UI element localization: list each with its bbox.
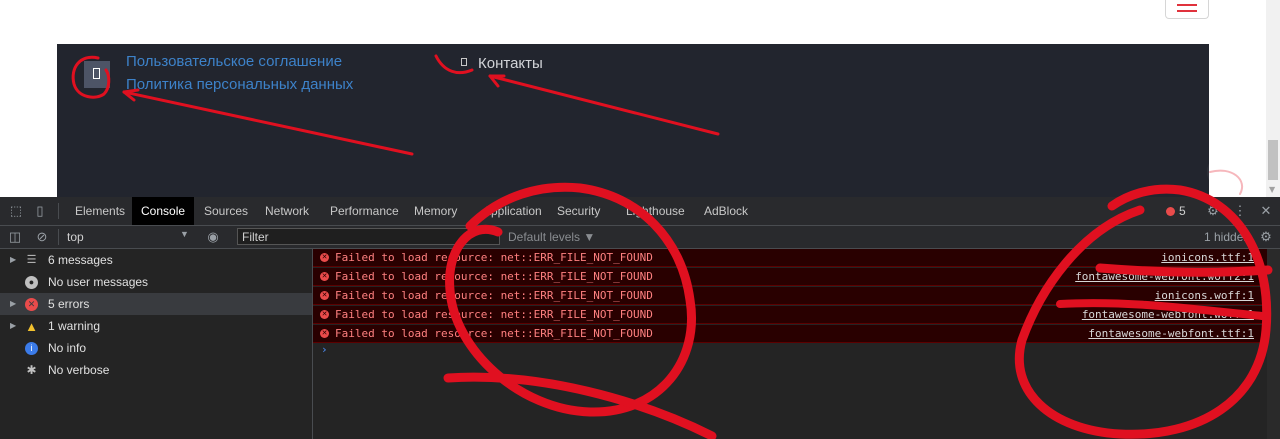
toolbar-divider <box>58 203 59 219</box>
console-scrollbar[interactable] <box>1267 249 1280 439</box>
missing-glyph-icon <box>84 61 110 88</box>
error-icon: ✕ <box>320 253 329 262</box>
user-icon: ● <box>25 276 38 289</box>
filter-box[interactable] <box>237 228 500 245</box>
clear-console-icon[interactable]: ⊘ <box>35 230 49 244</box>
list-icon: ☰ <box>26 254 37 266</box>
more-options-icon[interactable]: ⋮ <box>1233 204 1247 218</box>
page-scrollbar[interactable]: ▼ <box>1266 0 1280 197</box>
context-selector[interactable]: top <box>67 230 84 244</box>
error-source-link[interactable]: ionicons.ttf:1 <box>1161 251 1254 264</box>
expand-arrow-icon[interactable]: ▶ <box>10 249 16 271</box>
error-message: Failed to load resource: net::ERR_FILE_N… <box>335 327 653 340</box>
sidebar-item-label: No user messages <box>48 275 149 289</box>
tab-console[interactable]: Console <box>132 197 195 225</box>
inspect-element-icon[interactable]: ⬚ <box>9 204 23 218</box>
missing-glyph-icon <box>459 57 469 67</box>
console-error-row[interactable]: ✕ Failed to load resource: net::ERR_FILE… <box>313 306 1267 324</box>
console-error-row[interactable]: ✕ Failed to load resource: net::ERR_FILE… <box>313 287 1267 305</box>
hamburger-icon-bar <box>1177 10 1197 12</box>
sidebar-item-label: 5 errors <box>48 297 90 311</box>
close-icon[interactable]: ✕ <box>1259 204 1273 218</box>
error-count: 5 <box>1179 204 1186 218</box>
error-icon: ✕ <box>25 298 38 311</box>
bug-icon: ✱ <box>26 363 37 377</box>
sidebar-toggle-icon[interactable]: ◫ <box>8 230 22 244</box>
device-toolbar-icon[interactable]: ▯ <box>33 204 47 218</box>
error-message: Failed to load resource: net::ERR_FILE_N… <box>335 308 653 321</box>
menu-button[interactable] <box>1165 0 1209 19</box>
tab-application[interactable]: Application <box>474 197 551 225</box>
expand-arrow-icon[interactable]: ▶ <box>10 315 16 337</box>
error-source-link[interactable]: fontawesome-webfont.woff2:1 <box>1075 270 1254 283</box>
error-count-badge[interactable]: 5 <box>1166 197 1186 225</box>
sidebar-item-label: 1 warning <box>48 319 101 333</box>
toolbar-divider <box>58 229 59 245</box>
sidebar-item-label: No verbose <box>48 363 110 377</box>
privacy-policy-link[interactable]: Политика персональных данных <box>126 76 353 93</box>
user-agreement-link[interactable]: Пользовательское соглашение <box>126 53 342 70</box>
error-source-link[interactable]: fontawesome-webfont.ttf:1 <box>1088 327 1254 340</box>
log-levels-dropdown[interactable]: Default levels ▼ <box>508 230 595 244</box>
tab-memory[interactable]: Memory <box>405 197 466 225</box>
error-icon: ✕ <box>320 329 329 338</box>
sidebar-item-verbose[interactable]: ✱ No verbose <box>0 359 312 381</box>
hidden-count: 1 hidden <box>1204 230 1251 244</box>
console-settings-gear-icon[interactable]: ⚙ <box>1259 230 1273 244</box>
error-source-link[interactable]: fontawesome-webfont.woff:1 <box>1082 308 1254 321</box>
scroll-down-arrow-icon[interactable]: ▼ <box>1269 185 1275 194</box>
warning-icon: ▲ <box>25 319 38 334</box>
sidebar-item-label: 6 messages <box>48 253 113 267</box>
error-icon: ✕ <box>320 310 329 319</box>
scrollbar-thumb[interactable] <box>1268 140 1278 180</box>
sidebar-item-info[interactable]: i No info <box>0 337 312 359</box>
website-viewport: Пользовательское соглашение Политика пер… <box>0 0 1280 197</box>
console-messages: ✕ Failed to load resource: net::ERR_FILE… <box>313 249 1267 439</box>
hamburger-icon-bar <box>1177 4 1197 6</box>
info-icon: i <box>25 342 38 355</box>
console-error-row[interactable]: ✕ Failed to load resource: net::ERR_FILE… <box>313 249 1267 267</box>
sidebar-item-errors[interactable]: ▶ ✕ 5 errors <box>0 293 312 315</box>
error-icon <box>1166 207 1175 216</box>
devtools-tab-bar: ⬚ ▯ Elements Console Sources Network Per… <box>0 197 1280 226</box>
scroll-top-button[interactable] <box>1207 153 1245 191</box>
tab-security[interactable]: Security <box>548 197 609 225</box>
tab-network[interactable]: Network <box>256 197 318 225</box>
error-message: Failed to load resource: net::ERR_FILE_N… <box>335 251 653 264</box>
gear-icon[interactable]: ⚙ <box>1206 204 1220 218</box>
error-message: Failed to load resource: net::ERR_FILE_N… <box>335 289 653 302</box>
filter-input[interactable] <box>238 229 499 244</box>
expand-arrow-icon[interactable]: ▶ <box>10 293 16 315</box>
eye-icon[interactable]: ◉ <box>206 230 220 244</box>
tab-lighthouse[interactable]: Lighthouse <box>617 197 694 225</box>
console-toolbar: ◫ ⊘ top ▼ ◉ Default levels ▼ 1 hidden ⚙ <box>0 226 1280 249</box>
console-sidebar: ▶ ☰ 6 messages ● No user messages ▶ ✕ 5 … <box>0 249 313 439</box>
tab-performance[interactable]: Performance <box>321 197 408 225</box>
error-message: Failed to load resource: net::ERR_FILE_N… <box>335 270 653 283</box>
error-icon: ✕ <box>320 291 329 300</box>
contacts-link[interactable]: Контакты <box>478 55 543 72</box>
site-header <box>0 0 1266 44</box>
sidebar-item-label: No info <box>48 341 87 355</box>
console-error-row[interactable]: ✕ Failed to load resource: net::ERR_FILE… <box>313 325 1267 343</box>
console-prompt-icon[interactable]: › <box>321 343 328 356</box>
caret-down-icon[interactable]: ▼ <box>180 229 189 239</box>
tab-adblock[interactable]: AdBlock <box>695 197 757 225</box>
error-icon: ✕ <box>320 272 329 281</box>
site-footer: Пользовательское соглашение Политика пер… <box>57 44 1209 197</box>
sidebar-item-user-messages[interactable]: ● No user messages <box>0 271 312 293</box>
sidebar-item-warnings[interactable]: ▶ ▲ 1 warning <box>0 315 312 337</box>
tab-elements[interactable]: Elements <box>66 197 134 225</box>
tab-sources[interactable]: Sources <box>195 197 257 225</box>
sidebar-item-messages[interactable]: ▶ ☰ 6 messages <box>0 249 312 271</box>
error-source-link[interactable]: ionicons.woff:1 <box>1155 289 1254 302</box>
console-error-row[interactable]: ✕ Failed to load resource: net::ERR_FILE… <box>313 268 1267 286</box>
devtools-panel: ⬚ ▯ Elements Console Sources Network Per… <box>0 197 1280 439</box>
